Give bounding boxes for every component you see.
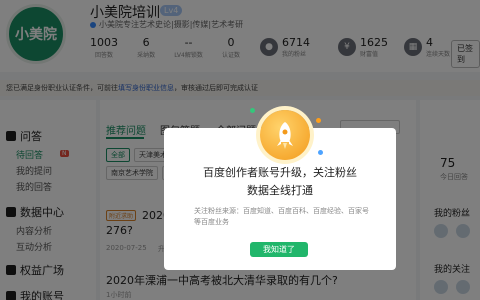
sparkle-icon xyxy=(316,118,321,123)
sparkle-icon xyxy=(318,150,323,155)
rocket-badge-icon xyxy=(260,110,310,160)
got-it-button[interactable]: 我知道了 xyxy=(250,242,308,257)
dialog-title-line2: 数据全线打通 xyxy=(247,184,313,197)
dialog-title-line1: 百度创作者账号升级，关注粉丝 xyxy=(203,166,357,179)
rocket-icon xyxy=(277,122,293,149)
dialog-description: 关注粉丝来源：百度知道、百度百科、百度经验、百家号等百度业务 xyxy=(194,207,369,226)
sparkle-icon xyxy=(250,108,255,113)
